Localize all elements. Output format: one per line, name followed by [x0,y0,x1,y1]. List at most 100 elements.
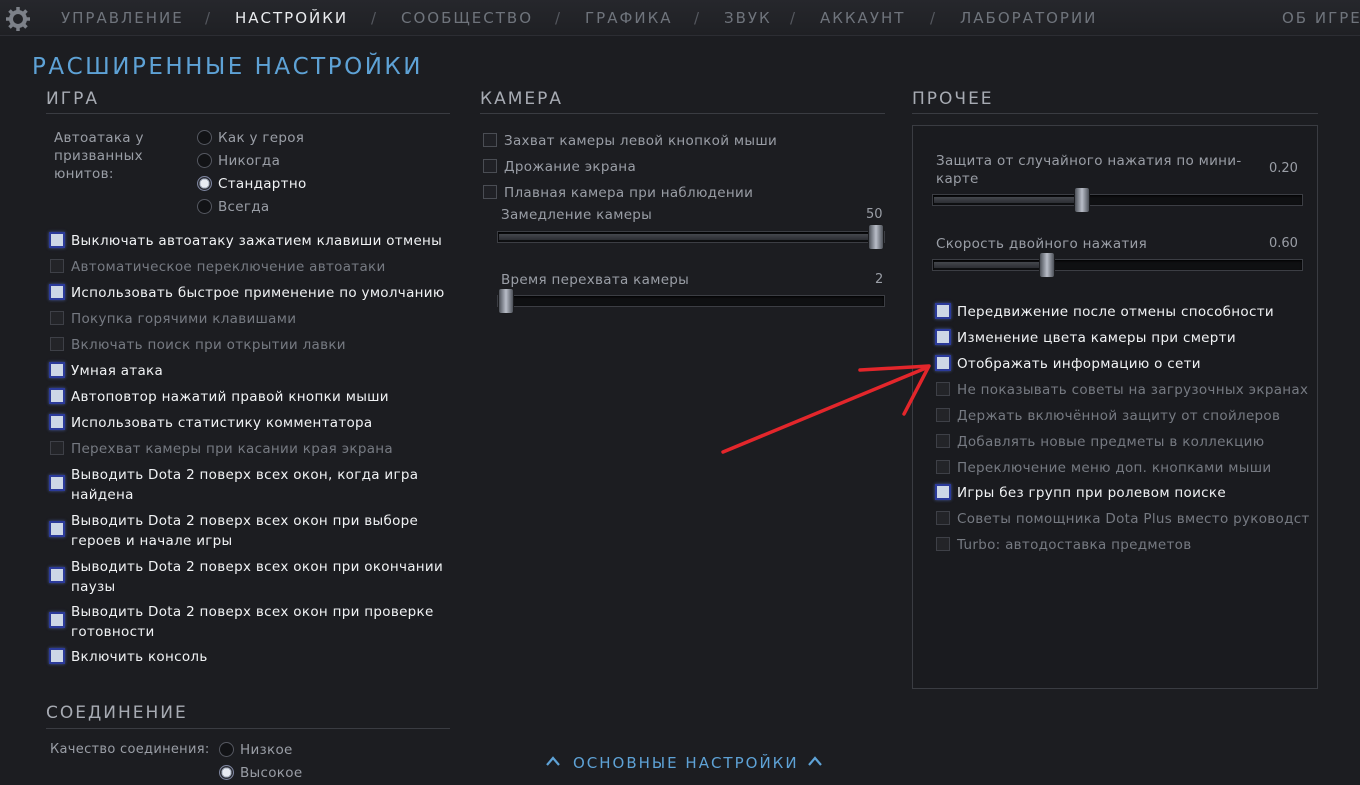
autoattack-label: юнитов: [54,166,114,182]
radio-connection-high[interactable] [219,765,234,780]
option-label: Выводить Dota 2 поверх всех окон, когда … [71,467,419,483]
top-nav-bar: УПРАВЛЕНИЕ / НАСТРОЙКИ / СООБЩЕСТВО / ГР… [0,0,1360,36]
slider-thumb[interactable] [1074,187,1090,213]
slider-value: 0.20 [1269,161,1298,176]
radio-label: Как у героя [218,130,305,146]
section-title-other: ПРОЧЕЕ [912,89,994,109]
checkbox-death-camera-color[interactable] [935,329,951,345]
tab-controls[interactable]: УПРАВЛЕНИЕ [61,9,184,27]
tab-about[interactable]: ОБ ИГРЕ [1282,9,1360,27]
slider-label-double-tap-speed: Скорость двойного нажатия [936,236,1148,252]
gear-icon[interactable] [5,6,31,32]
option-label: Выключать автоатаку зажатием клавиши отм… [71,233,443,249]
tab-sound[interactable]: ЗВУК [724,9,772,27]
radio-connection-low[interactable] [219,742,234,757]
option-label: Включить консоль [71,649,208,665]
other-options-panel [912,125,1318,689]
nav-separator: / [930,9,936,27]
tab-account[interactable]: АККАУНТ [820,9,905,27]
checkbox-dota-plus-tips[interactable] [936,511,950,525]
slider-fill [934,262,1047,268]
chevron-up-icon[interactable] [808,754,822,768]
slider-value: 50 [866,207,883,222]
checkbox-edge-camera[interactable] [50,441,64,455]
option-label: Отображать информацию о сети [957,356,1201,372]
checkbox-hide-loading-tips[interactable] [936,382,950,396]
option-label: готовности [71,624,155,640]
option-label: Покупка горячими клавишами [71,311,297,327]
radio-label: Высокое [240,765,303,781]
checkbox-topmost-hero-pick[interactable] [49,521,65,537]
checkbox-caster-stats[interactable] [49,414,65,430]
checkbox-topmost-match-found[interactable] [49,475,65,491]
slider-double-tap-speed[interactable] [932,252,1303,278]
option-label: найдена [71,487,134,503]
tab-graphics[interactable]: ГРАФИКА [585,9,673,27]
checkbox-spoiler-protection[interactable] [936,408,950,422]
checkbox-right-click-repeat[interactable] [49,388,65,404]
option-label: Автоповтор нажатий правой кнопки мыши [71,389,389,405]
slider-thumb[interactable] [868,224,884,250]
slider-label-camera-grab-time: Время перехвата камеры [501,272,690,288]
slider-thumb[interactable] [498,288,514,314]
slider-camera-grab-time[interactable] [497,288,885,314]
checkbox-show-network-info[interactable] [935,355,951,371]
option-label: Включать поиск при открытии лавки [71,337,346,353]
slider-label-minimap-protection: Защита от случайного нажатия по мини- [936,153,1242,169]
option-label: Выводить Dota 2 поверх всех окон при про… [71,604,434,620]
section-divider [46,728,450,729]
option-label: Автоматическое переключение автоатаки [71,259,386,275]
section-title-camera: КАМЕРА [480,89,563,109]
tab-settings[interactable]: НАСТРОЙКИ [235,9,348,27]
section-divider [480,113,885,114]
slider-thumb[interactable] [1039,252,1055,278]
checkbox-screen-shake[interactable] [483,159,497,173]
slider-camera-deceleration[interactable] [497,224,885,250]
tab-community[interactable]: СООБЩЕСТВО [401,9,533,27]
chevron-up-icon[interactable] [546,754,560,768]
checkbox-enable-console[interactable] [49,648,65,664]
option-label: Дрожание экрана [504,159,637,175]
checkbox-camera-left-click-grab[interactable] [483,133,497,147]
section-title-game: ИГРА [46,89,99,109]
basic-settings-link[interactable]: ОСНОВНЫЕ НАСТРОЙКИ [573,754,799,772]
checkbox-hotkey-purchase[interactable] [50,311,64,325]
slider-value: 2 [875,272,884,287]
option-label: Использовать статистику комментатора [71,415,373,431]
nav-separator: / [790,9,796,27]
slider-minimap-protection[interactable] [932,187,1303,213]
checkbox-move-after-cancel[interactable] [935,303,951,319]
nav-separator: / [371,9,377,27]
option-label: Выводить Dota 2 поверх всех окон при выб… [71,513,419,529]
checkbox-shop-search[interactable] [50,337,64,351]
nav-separator: / [694,9,700,27]
option-label: Не показывать советы на загрузочных экра… [957,382,1309,398]
option-label: Советы помощника Dota Plus вместо руково… [957,511,1310,527]
nav-separator: / [555,9,561,27]
option-label: Передвижение после отмены способности [957,304,1274,320]
radio-autoattack-always[interactable] [197,199,212,214]
option-label: Захват камеры левой кнопкой мыши [504,133,778,149]
radio-autoattack-never[interactable] [197,153,212,168]
checkbox-turbo-auto-courier[interactable] [936,537,950,551]
option-label: Плавная камера при наблюдении [504,185,754,201]
checkbox-quickcast-default[interactable] [49,284,65,300]
checkbox-role-queue-no-party[interactable] [935,484,951,500]
checkbox-mouse-button-menu[interactable] [936,460,950,474]
page-title: РАСШИРЕННЫЕ НАСТРОЙКИ [32,54,423,80]
radio-autoattack-hero[interactable] [197,130,212,145]
checkbox-topmost-ready-check[interactable] [49,612,65,628]
nav-separator: / [205,9,211,27]
tab-labs[interactable]: ЛАБОРАТОРИИ [960,9,1097,27]
checkbox-topmost-unpause[interactable] [49,567,65,583]
checkbox-auto-toggle-autoattack[interactable] [50,259,64,273]
option-label: Изменение цвета камеры при смерти [957,330,1236,346]
checkbox-smooth-spectator-camera[interactable] [483,185,497,199]
autoattack-label: призванных [54,148,143,164]
checkbox-add-new-items[interactable] [936,434,950,448]
checkbox-smart-attack[interactable] [49,362,65,378]
radio-autoattack-standard[interactable] [197,176,212,191]
slider-value: 0.60 [1269,236,1298,251]
checkbox-disable-autoattack-cancel[interactable] [49,232,65,248]
option-label: Игры без групп при ролевом поиске [957,485,1226,501]
